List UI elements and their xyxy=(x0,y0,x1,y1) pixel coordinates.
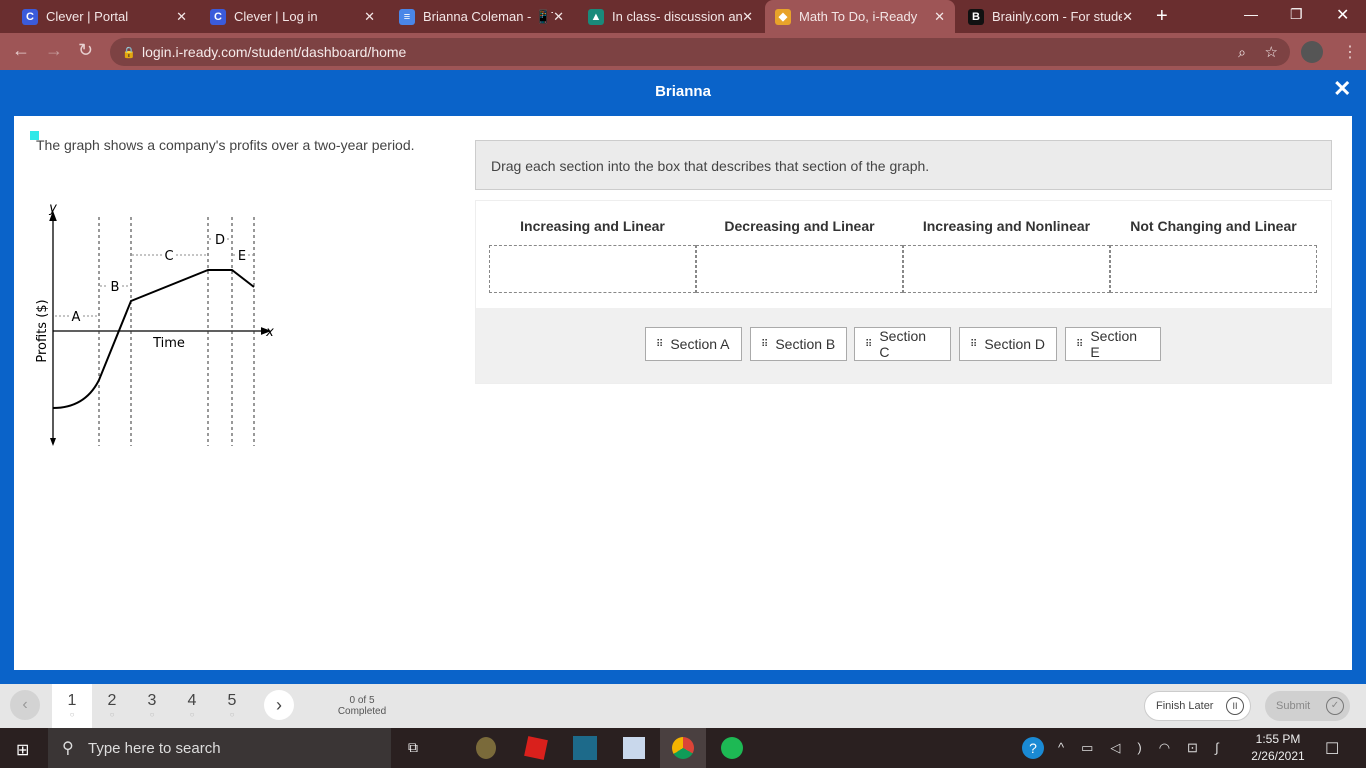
section-label-d: D xyxy=(215,233,225,248)
instructions-box: Drag each section into the box that desc… xyxy=(475,140,1332,190)
question-1[interactable]: 1 ○ xyxy=(52,692,92,719)
chip-section-d[interactable]: ⠿ Section D xyxy=(959,327,1057,361)
tab-brainly[interactable]: B Brainly.com - For studen ✕ xyxy=(958,0,1143,33)
section-label-b: B xyxy=(111,280,120,295)
question-2[interactable]: 2 ○ xyxy=(92,692,132,719)
x-axis-label: x xyxy=(265,325,274,340)
task-view-icon[interactable]: ⧉ xyxy=(408,739,418,756)
section-label-c: C xyxy=(164,249,173,264)
y-axis-label: y xyxy=(48,201,57,216)
classroom-icon: ▲ xyxy=(588,8,604,25)
app-icon[interactable] xyxy=(573,736,597,760)
chip-section-c[interactable]: ⠿ Section C xyxy=(854,327,951,361)
tab-iready[interactable]: ◆ Math To Do, i-Ready ✕ xyxy=(765,0,955,33)
category-header: Increasing and Linear xyxy=(520,218,665,234)
section-label-e: E xyxy=(238,249,246,264)
chip-section-b[interactable]: ⠿ Section B xyxy=(750,327,847,361)
screen-app-icon[interactable] xyxy=(623,737,645,759)
grip-icon: ⠿ xyxy=(761,338,768,350)
y-axis-title: Profits ($) xyxy=(35,299,50,362)
tab-title: Math To Do, i-Ready xyxy=(799,9,918,24)
notifications-icon[interactable]: ☐ xyxy=(1325,739,1339,759)
chip-label: Section B xyxy=(775,336,836,352)
grip-icon: ⠿ xyxy=(1076,338,1083,350)
chrome-taskbar-button[interactable] xyxy=(660,728,706,768)
roblox-icon[interactable] xyxy=(524,736,548,760)
restore-button[interactable]: ❐ xyxy=(1290,6,1303,23)
instructions-text: Drag each section into the box that desc… xyxy=(491,158,930,174)
chip-label: Section E xyxy=(1090,328,1138,360)
minimize-button[interactable]: — xyxy=(1244,6,1258,22)
category-header: Not Changing and Linear xyxy=(1130,218,1297,234)
system-tray-icons[interactable]: ^▭◁)◠⊡∫ xyxy=(1058,740,1236,756)
clock[interactable]: 1:55 PM 2/26/2021 xyxy=(1250,731,1306,765)
docs-icon: ≡ xyxy=(399,8,415,25)
prev-button[interactable]: ‹ xyxy=(10,690,40,720)
finish-later-button[interactable]: Finish Later II xyxy=(1144,691,1251,721)
close-tab-icon[interactable]: ✕ xyxy=(1122,9,1133,25)
category-header: Increasing and Nonlinear xyxy=(922,218,1091,234)
league-icon[interactable] xyxy=(476,737,496,759)
close-lesson-button[interactable]: ✕ xyxy=(1333,76,1351,102)
grip-icon: ⠿ xyxy=(656,338,663,350)
check-icon: ✓ xyxy=(1326,697,1344,715)
tab-title: Brainly.com - For studen xyxy=(992,9,1122,24)
taskbar-search-box[interactable]: ⚲ Type here to search xyxy=(48,728,391,768)
category-header: Decreasing and Linear xyxy=(724,218,875,234)
chip-label: Section D xyxy=(984,336,1046,352)
drop-zone-not-changing-linear[interactable] xyxy=(1110,245,1317,293)
question-3[interactable]: 3 ○ xyxy=(132,692,172,719)
question-4[interactable]: 4 ○ xyxy=(172,692,212,719)
pause-icon: II xyxy=(1226,697,1244,715)
star-icon[interactable]: ☆ xyxy=(1265,43,1278,61)
drop-zone-increasing-nonlinear[interactable] xyxy=(903,245,1110,293)
tab-classroom[interactable]: ▲ In class- discussion and ✕ xyxy=(578,0,763,33)
question-5[interactable]: 5 ○ xyxy=(212,692,252,719)
x-axis-title: Time xyxy=(152,336,185,351)
tab-docs[interactable]: ≡ Brianna Coleman - 📱T ✕ xyxy=(389,0,574,33)
grip-icon: ⠿ xyxy=(865,338,872,350)
section-label-a: A xyxy=(72,310,81,325)
progress-status: 0 of 5 Completed xyxy=(337,695,387,717)
next-button[interactable]: › xyxy=(264,690,294,720)
close-tab-icon[interactable]: ✕ xyxy=(553,9,564,25)
spotify-icon[interactable] xyxy=(721,737,743,759)
close-tab-icon[interactable]: ✕ xyxy=(934,9,945,25)
windows-start-icon[interactable]: ⊞ xyxy=(16,740,29,760)
chip-section-e[interactable]: ⠿ Section E xyxy=(1065,327,1161,361)
new-tab-button[interactable]: + xyxy=(1156,5,1168,28)
help-icon[interactable]: ? xyxy=(1022,737,1044,759)
grip-icon: ⠿ xyxy=(970,338,977,350)
profits-graph: A B C D E Time Profits ($) y x xyxy=(35,201,274,446)
drop-zone-increasing-linear[interactable] xyxy=(489,245,696,293)
section-brackets xyxy=(55,238,253,317)
submit-button[interactable]: Submit ✓ xyxy=(1265,691,1350,721)
iready-icon: ◆ xyxy=(775,8,791,25)
close-tab-icon[interactable]: ✕ xyxy=(742,9,753,25)
close-window-button[interactable]: ✕ xyxy=(1336,5,1349,25)
tab-title: In class- discussion and xyxy=(612,9,742,24)
profile-avatar[interactable] xyxy=(1301,41,1323,63)
chip-label: Section C xyxy=(879,328,927,360)
close-tab-icon[interactable]: ✕ xyxy=(364,9,375,25)
menu-icon[interactable]: ⋮ xyxy=(1342,42,1358,62)
chrome-icon xyxy=(672,737,694,759)
zoom-icon[interactable]: ⌕ xyxy=(1238,44,1246,61)
brainly-icon: B xyxy=(968,8,984,25)
drop-zone-decreasing-linear[interactable] xyxy=(696,245,903,293)
tab-title: Brianna Coleman - 📱T xyxy=(423,8,553,24)
chip-label: Section A xyxy=(670,336,730,352)
student-name: Brianna xyxy=(655,83,711,100)
search-icon: ⚲ xyxy=(62,740,74,757)
chip-section-a[interactable]: ⠿ Section A xyxy=(645,327,742,361)
